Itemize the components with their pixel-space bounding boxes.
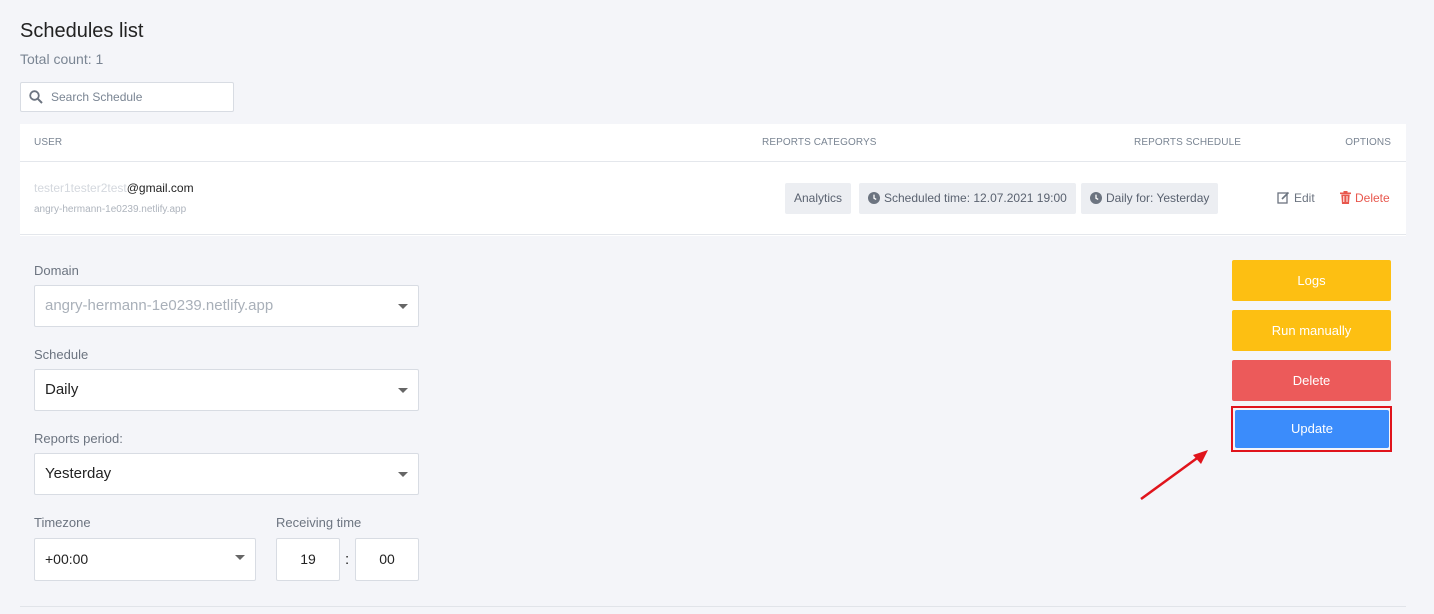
domain-select[interactable]: angry-hermann-1e0239.netlify.app (34, 285, 419, 327)
period-value: Yesterday (45, 465, 112, 482)
timezone-select[interactable]: +00:00 (34, 538, 256, 581)
page-title: Schedules list (20, 20, 144, 42)
schedule-label: Schedule (34, 347, 89, 362)
domain-value: angry-hermann-1e0239.netlify.app (45, 297, 274, 314)
minute-input[interactable]: 00 (355, 538, 419, 581)
period-select[interactable]: Yesterday (34, 453, 419, 495)
user-email: tester1tester2test@gmail.com (34, 181, 194, 195)
scheduled-time-badge: Scheduled time: 12.07.2021 19:00 (859, 183, 1076, 214)
delete-button[interactable]: Delete (1232, 360, 1391, 401)
trash-icon (1340, 191, 1351, 204)
timezone-value: +00:00 (45, 551, 89, 567)
daily-for-badge: Daily for: Yesterday (1081, 183, 1219, 214)
email-domain: @gmail.com (126, 181, 194, 195)
timezone-label: Timezone (34, 515, 91, 530)
category-badge: Analytics (785, 183, 852, 214)
search-input[interactable] (51, 83, 231, 111)
edit-icon (1277, 191, 1290, 204)
logs-button[interactable]: Logs (1232, 260, 1391, 301)
schedule-value: Daily (45, 381, 79, 398)
edit-button[interactable]: Edit (1277, 191, 1315, 205)
schedules-table: USER REPORTS CATEGORYS REPORTS SCHEDULE … (20, 124, 1406, 236)
header-schedule: REPORTS SCHEDULE (1134, 137, 1241, 148)
caret-down-icon (398, 388, 408, 393)
caret-down-icon (398, 304, 408, 309)
caret-down-icon (398, 472, 408, 477)
caret-down-icon (235, 555, 245, 560)
run-manually-button[interactable]: Run manually (1232, 310, 1391, 351)
daily-for-label: Daily for: Yesterday (1106, 191, 1210, 205)
clock-icon (1090, 192, 1102, 204)
category-label: Analytics (794, 191, 843, 205)
annotation-arrow-icon (1140, 450, 1208, 501)
update-button[interactable]: Update (1235, 410, 1389, 448)
divider (20, 606, 1406, 607)
header-categories: REPORTS CATEGORYS (762, 137, 877, 148)
search-box[interactable] (20, 82, 234, 112)
header-options: OPTIONS (1345, 137, 1391, 148)
period-label: Reports period: (34, 431, 123, 446)
hour-input[interactable]: 19 (276, 538, 340, 581)
scheduled-time-label: Scheduled time: 12.07.2021 19:00 (884, 191, 1067, 205)
user-domain: angry-hermann-1e0239.netlify.app (34, 204, 187, 215)
receiving-time-label: Receiving time (276, 515, 362, 530)
delete-row-button[interactable]: Delete (1340, 191, 1390, 205)
table-header: USER REPORTS CATEGORYS REPORTS SCHEDULE … (20, 124, 1406, 162)
time-separator: : (345, 551, 350, 568)
email-blurred: tester1tester2test (34, 181, 127, 195)
total-count: Total count: 1 (20, 51, 104, 67)
search-icon (29, 90, 43, 104)
schedule-select[interactable]: Daily (34, 369, 419, 411)
domain-label: Domain (34, 263, 79, 278)
delete-label: Delete (1355, 191, 1390, 205)
clock-icon (868, 192, 880, 204)
edit-label: Edit (1294, 191, 1315, 205)
header-user: USER (34, 137, 63, 148)
